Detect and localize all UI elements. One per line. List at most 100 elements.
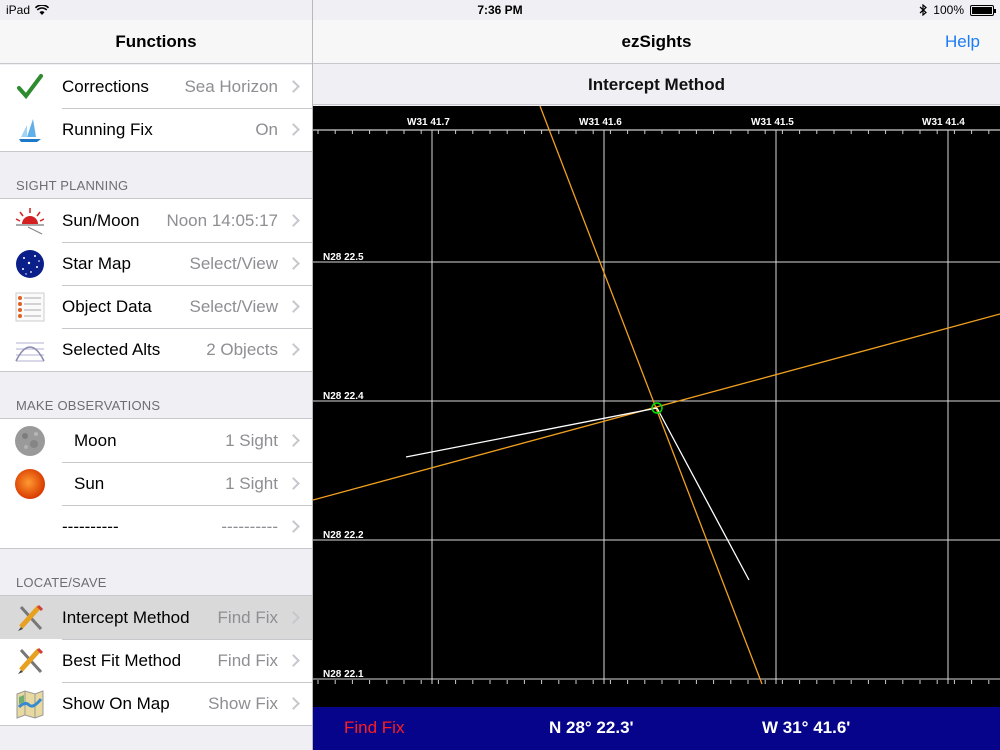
fix-bar: Find Fix N 28° 22.3' W 31° 41.6' — [313, 707, 1000, 750]
row-value: On — [255, 119, 278, 139]
compass-pencil-icon — [14, 645, 46, 677]
lon-label: W31 41.7 — [407, 117, 450, 128]
row-value: Select/View — [189, 296, 278, 316]
altitude-curve-icon — [14, 334, 46, 366]
row-label: Corrections — [62, 76, 149, 96]
map-icon — [14, 688, 46, 720]
row-sun[interactable]: Sun 1 Sight — [0, 462, 312, 505]
row-label: Object Data — [62, 296, 152, 316]
row-value: Show Fix — [208, 693, 278, 713]
row-label: Selected Alts — [62, 339, 161, 359]
azimuth-line — [656, 407, 750, 581]
page-title: Intercept Method — [313, 65, 1000, 105]
lon-label: W31 41.6 — [579, 117, 622, 128]
line-of-position — [313, 313, 1000, 501]
row-value: 1 Sight — [225, 473, 278, 493]
chevron-right-icon — [287, 654, 300, 667]
functions-list[interactable]: Corrections Sea Horizon Running Fix On S… — [0, 65, 312, 750]
chevron-right-icon — [287, 611, 300, 624]
chevron-right-icon — [287, 300, 300, 313]
star-map-icon — [14, 248, 46, 280]
compass-pencil-icon — [14, 602, 46, 634]
chevron-right-icon — [287, 697, 300, 710]
row-value: 2 Objects — [206, 339, 278, 359]
row-value: Select/View — [189, 253, 278, 273]
row-show-on-map[interactable]: Show On Map Show Fix — [0, 682, 312, 725]
chevron-right-icon — [287, 123, 300, 136]
battery-percent: 100% — [933, 3, 964, 17]
lat-label: N28 22.2 — [323, 530, 364, 541]
row-best-fit-method[interactable]: Best Fit Method Find Fix — [0, 639, 312, 682]
status-right: 100% — [919, 3, 996, 17]
row-sun-moon[interactable]: Sun/Moon Noon 14:05:17 — [0, 199, 312, 242]
status-time: 7:36 PM — [477, 3, 523, 17]
running-fix-icon — [14, 114, 46, 146]
row-value: Noon 14:05:17 — [166, 210, 278, 230]
section-header-sight-planning: SIGHT PLANNING — [16, 178, 129, 193]
row-label: Sun/Moon — [62, 210, 140, 230]
functions-title: Functions — [0, 20, 312, 64]
sunrise-icon — [14, 205, 46, 237]
row-intercept-method[interactable]: Intercept Method Find Fix — [0, 596, 312, 639]
chevron-right-icon — [287, 80, 300, 93]
battery-icon — [970, 4, 996, 16]
row-running-fix[interactable]: Running Fix On — [0, 108, 312, 151]
lat-label: N28 22.5 — [323, 252, 364, 263]
tick-marks — [317, 130, 990, 684]
row-star-map[interactable]: Star Map Select/View — [0, 242, 312, 285]
row-label: ---------- — [62, 516, 119, 536]
row-value: Find Fix — [217, 650, 278, 670]
chevron-right-icon — [287, 520, 300, 533]
chevron-right-icon — [287, 257, 300, 270]
sight-planning-group: Sun/Moon Noon 14:05:17 Star Map Select/V… — [0, 198, 312, 372]
top-group: Corrections Sea Horizon Running Fix On — [0, 65, 312, 152]
row-label: Star Map — [62, 253, 131, 273]
lon-label: W31 41.4 — [922, 117, 965, 128]
lon-label: W31 41.5 — [751, 117, 794, 128]
row-label: Intercept Method — [62, 607, 190, 627]
help-button[interactable]: Help — [945, 20, 980, 64]
app-title: ezSights — [621, 32, 692, 51]
moon-icon — [14, 425, 46, 457]
row-selected-alts[interactable]: Selected Alts 2 Objects — [0, 328, 312, 371]
observations-group: Moon 1 Sight Sun 1 Sight ---------- ----… — [0, 418, 312, 549]
lat-label: N28 22.4 — [323, 391, 364, 402]
plot-canvas: W31 41.7 W31 41.6 W31 41.5 W31 41.4 N28 … — [313, 106, 1000, 685]
sun-icon — [14, 468, 46, 500]
checkmark-icon — [14, 71, 46, 103]
fix-latitude: N 28° 22.3' — [549, 718, 634, 737]
bluetooth-icon — [919, 4, 928, 16]
section-header-locate-save: LOCATE/SAVE — [16, 575, 107, 590]
status-bar: iPad 7:36 PM 100% — [0, 0, 1000, 20]
detail-panel: ezSights Help Intercept Method W31 41.7 … — [313, 0, 1000, 750]
detail-nav-bar: ezSights Help — [313, 20, 1000, 64]
locate-save-group: Intercept Method Find Fix Best Fit Metho… — [0, 595, 312, 726]
lat-label: N28 22.1 — [323, 669, 364, 680]
row-label: Moon — [74, 430, 117, 450]
chevron-right-icon — [287, 214, 300, 227]
line-of-position — [539, 106, 763, 685]
chevron-right-icon — [287, 343, 300, 356]
functions-panel: Functions Corrections Sea Horizon Runnin… — [0, 0, 313, 750]
row-label: Show On Map — [62, 693, 170, 713]
intercept-plot[interactable]: W31 41.7 W31 41.6 W31 41.5 W31 41.4 N28 … — [313, 106, 1000, 707]
row-label: Sun — [74, 473, 105, 493]
row-value: 1 Sight — [225, 430, 278, 450]
chevron-right-icon — [287, 477, 300, 490]
row-value: Sea Horizon — [184, 76, 278, 96]
section-header-make-observations: MAKE OBSERVATIONS — [16, 398, 161, 413]
object-data-icon — [14, 291, 46, 323]
row-value: ---------- — [221, 516, 278, 536]
row-object-data[interactable]: Object Data Select/View — [0, 285, 312, 328]
app-root: iPad 7:36 PM 100% Functions Corrections … — [0, 0, 1000, 750]
find-fix-button[interactable]: Find Fix — [344, 718, 404, 738]
azimuth-line — [405, 407, 658, 458]
row-label: Running Fix — [62, 119, 153, 139]
row-empty-observation[interactable]: ---------- ---------- — [0, 505, 312, 548]
fix-longitude: W 31° 41.6' — [762, 718, 851, 737]
chevron-right-icon — [287, 434, 300, 447]
row-corrections[interactable]: Corrections Sea Horizon — [0, 65, 312, 108]
row-label: Best Fit Method — [62, 650, 182, 670]
row-value: Find Fix — [217, 607, 278, 627]
row-moon[interactable]: Moon 1 Sight — [0, 419, 312, 462]
